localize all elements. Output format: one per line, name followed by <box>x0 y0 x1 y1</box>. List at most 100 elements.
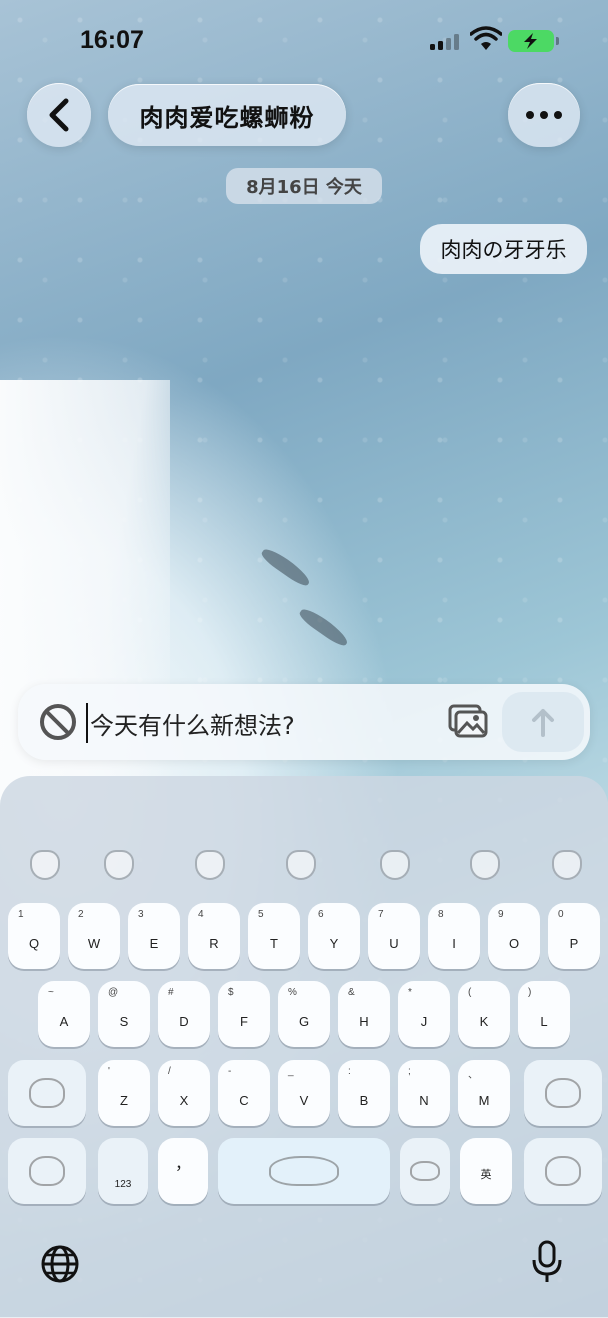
numbers-key[interactable]: 123 <box>98 1138 148 1204</box>
key-secondary-label: ' <box>108 1066 110 1077</box>
key-z[interactable]: ' Z <box>98 1060 150 1126</box>
status-bar: 16:07 <box>0 0 608 80</box>
sticker-key[interactable] <box>400 1138 450 1204</box>
key-p[interactable]: 0P <box>548 903 600 969</box>
space-key[interactable] <box>218 1138 390 1204</box>
key-secondary-label: $ <box>228 987 234 998</box>
strawberry-doodle-icon <box>545 1078 581 1108</box>
key-q[interactable]: 1Q <box>8 903 60 969</box>
key-secondary-label: 3 <box>138 909 144 920</box>
chat-title[interactable]: 肉肉爱吃螺蛳粉 <box>108 84 346 146</box>
emoji-key[interactable] <box>8 1138 86 1204</box>
key-e[interactable]: 3E <box>128 903 180 969</box>
key-secondary-label: 6 <box>318 909 324 920</box>
key-letter-label: B <box>359 1093 369 1108</box>
key-j[interactable]: * J <box>398 981 450 1047</box>
key-n[interactable]: ; N <box>398 1060 450 1126</box>
key-letter-label: S <box>119 1014 129 1029</box>
cloud-doodle-icon <box>269 1156 339 1186</box>
sent-message-bubble[interactable]: 肉肉の牙牙乐 <box>420 224 587 274</box>
key-h[interactable]: & H <box>338 981 390 1047</box>
key-letter-label: W <box>87 936 101 951</box>
key-f[interactable]: $ F <box>218 981 270 1047</box>
bow-sticker-icon <box>286 850 316 880</box>
status-time: 16:07 <box>80 26 144 54</box>
key-secondary-label: - <box>228 1066 232 1077</box>
image-icon[interactable] <box>448 704 488 738</box>
message-input-bar[interactable]: 今天有什么新想法? <box>18 684 590 760</box>
key-secondary-label: & <box>348 987 355 998</box>
key-u[interactable]: 7U <box>368 903 420 969</box>
shift-key[interactable] <box>8 1060 86 1126</box>
charging-bolt-icon <box>524 33 537 49</box>
text-caret <box>86 703 88 743</box>
key-letter-label: O <box>508 936 520 951</box>
key-letter-label: J <box>420 1014 428 1029</box>
bear-doodle-icon <box>29 1078 65 1108</box>
wallpaper-shark <box>297 605 351 649</box>
send-button[interactable] <box>502 692 584 752</box>
key-secondary-label: 2 <box>78 909 84 920</box>
more-options-button[interactable] <box>508 83 580 147</box>
key-letter-label: D <box>179 1014 189 1029</box>
more-dots-icon <box>526 111 534 119</box>
key-b[interactable]: :B <box>338 1060 390 1126</box>
toast-sticker-icon <box>470 850 500 880</box>
key-secondary-label: 9 <box>498 909 504 920</box>
key-secondary-label: 0 <box>558 909 564 920</box>
key-secondary-label: ; <box>408 1066 411 1077</box>
language-switch-key[interactable]: 英 <box>460 1138 512 1204</box>
key-g[interactable]: % G <box>278 981 330 1047</box>
key-letter-label: M <box>478 1093 490 1108</box>
key-secondary-label: 、 <box>468 1070 478 1081</box>
return-key[interactable] <box>524 1138 602 1204</box>
heart-sticker-icon <box>552 850 582 880</box>
key-secondary-label: % <box>288 987 297 998</box>
key-c[interactable]: -C <box>218 1060 270 1126</box>
key-o[interactable]: 9O <box>488 903 540 969</box>
key-x[interactable]: / X <box>158 1060 210 1126</box>
language-key-label: 英 <box>480 1169 492 1181</box>
key-letter-label: E <box>149 936 159 951</box>
key-letter-label: L <box>540 1014 548 1029</box>
key-secondary-label: ( <box>468 987 472 998</box>
jar-sticker-icon <box>195 850 225 880</box>
arrow-up-icon <box>532 709 554 737</box>
back-button[interactable] <box>27 83 91 147</box>
message-input[interactable]: 今天有什么新想法? <box>90 706 295 741</box>
comma-key[interactable]: ， <box>158 1138 208 1204</box>
key-letter-label: R <box>209 936 219 951</box>
key-a[interactable]: ~ A <box>38 981 90 1047</box>
key-y[interactable]: 6Y <box>308 903 360 969</box>
chevron-left-icon <box>49 98 69 132</box>
cellular-signal-icon <box>430 34 464 50</box>
key-letter-label: T <box>270 936 278 951</box>
key-letter-label: U <box>389 936 399 951</box>
key-r[interactable]: 4R <box>188 903 240 969</box>
key-letter-label: H <box>359 1014 369 1029</box>
key-secondary-label: _ <box>288 1066 294 1077</box>
key-k[interactable]: (K <box>458 981 510 1047</box>
key-letter-label: P <box>569 936 579 951</box>
globe-icon[interactable] <box>40 1244 80 1284</box>
key-s[interactable]: @ S <box>98 981 150 1047</box>
delete-key[interactable] <box>524 1060 602 1126</box>
key-i[interactable]: 8I <box>428 903 480 969</box>
bunny-doodle-icon <box>545 1156 581 1186</box>
date-divider: 8月16日 今天 <box>226 168 382 204</box>
prohibit-icon[interactable] <box>40 704 76 740</box>
key-m[interactable]: 、 M <box>458 1060 510 1126</box>
key-letter-label: G <box>298 1014 310 1029</box>
microphone-icon[interactable] <box>530 1240 564 1284</box>
key-d[interactable]: # D <box>158 981 210 1047</box>
key-l[interactable]: ) L <box>518 981 570 1047</box>
tag-doodle-icon <box>410 1161 440 1181</box>
key-letter-label: A <box>59 1014 69 1029</box>
key-w[interactable]: 2W <box>68 903 120 969</box>
key-secondary-label: 1 <box>18 909 24 920</box>
key-v[interactable]: _ V <box>278 1060 330 1126</box>
key-secondary-label: * <box>408 987 412 998</box>
key-secondary-label: # <box>168 987 174 998</box>
key-t[interactable]: 5T <box>248 903 300 969</box>
frog-doodle-icon <box>29 1156 65 1186</box>
